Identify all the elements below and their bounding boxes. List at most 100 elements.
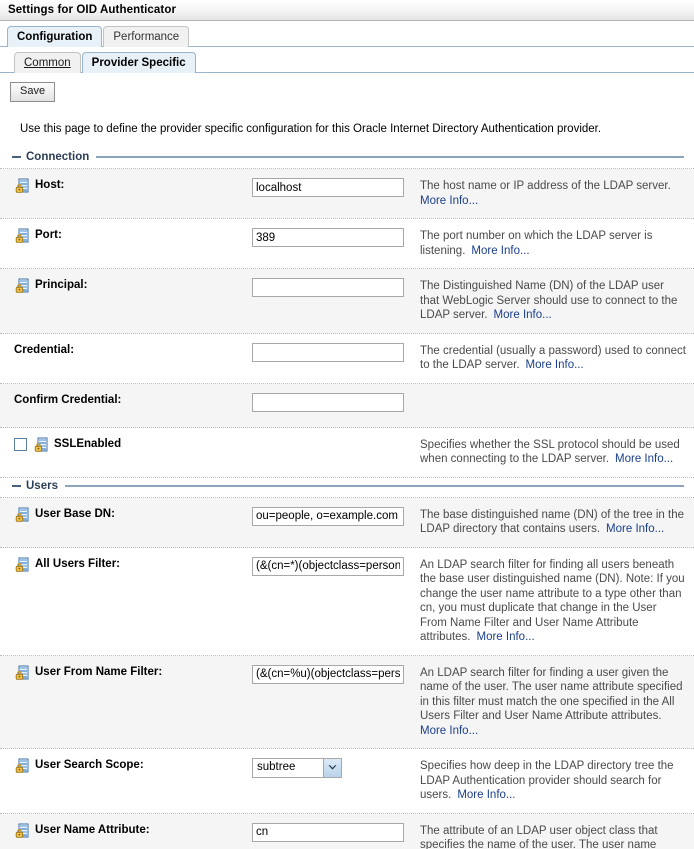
tab-label: Provider Specific [92,57,186,69]
secured-resource-lock-icon [14,665,30,681]
property-field-cell [252,498,412,547]
property-field-cell [252,428,412,477]
section-rule [96,156,684,158]
section-rule [65,485,684,487]
property-label: User Search Scope: [35,759,144,772]
secured-resource-lock-icon [14,178,30,194]
property-description-cell: The credential (usually a password) used… [412,334,694,383]
property-label: Credential: [14,344,74,357]
input-all-users-filter[interactable] [252,557,404,576]
tab-configuration[interactable]: Configuration [7,26,102,47]
property-label: User Base DN: [35,508,115,521]
section-dash-icon [12,485,21,487]
property-label-cell: Credential: [0,334,252,383]
property-description: The port number on which the LDAP server… [420,230,652,257]
more-info-link[interactable]: More Info... [457,789,515,801]
select-arrow-button[interactable] [323,759,341,777]
secured-resource-lock-icon [14,758,30,774]
property-label: SSLEnabled [54,438,121,451]
secured-resource-lock-icon [33,437,49,453]
input-principal[interactable] [252,278,404,297]
property-row: User Base DN: The base distinguished name… [0,498,694,548]
more-info-link[interactable]: More Info... [420,195,478,207]
input-confirm-credential[interactable] [252,393,404,412]
more-info-link[interactable]: More Info... [494,309,552,321]
property-label-cell: All Users Filter: [0,548,252,655]
property-field-cell: subtree [252,749,412,813]
input-user-base-dn[interactable] [252,507,404,526]
secured-resource-lock-icon [14,228,30,244]
secured-resource-lock-icon [14,507,30,523]
property-description-cell: The base distinguished name (DN) of the … [412,498,694,547]
property-description: An LDAP search filter for finding all us… [420,559,685,644]
input-user-name-attribute[interactable] [252,823,404,842]
chevron-down-icon [328,762,337,774]
property-description: An LDAP search filter for finding a user… [420,667,683,723]
tab-label: Common [24,57,71,69]
property-field-cell [252,548,412,655]
more-info-link[interactable]: More Info... [477,631,535,643]
property-label-cell: Confirm Credential: [0,384,252,427]
secured-resource-lock-icon [14,278,30,294]
more-info-link[interactable]: More Info... [526,359,584,371]
property-rows: User Base DN: The base distinguished name… [0,497,694,849]
property-row: User Name Attribute: The attribute of an … [0,814,694,849]
property-row: Confirm Credential: [0,384,694,428]
sslenabled-checkbox[interactable] [14,438,27,451]
property-row: All Users Filter: An LDAP search filter f… [0,548,694,656]
tab-common[interactable]: Common [14,52,81,73]
tab-performance[interactable]: Performance [103,26,189,47]
property-field-cell [252,384,412,427]
property-description-cell: The host name or IP address of the LDAP … [412,169,694,218]
property-row: User From Name Filter: An LDAP search fil… [0,656,694,750]
property-description-cell: Specifies how deep in the LDAP directory… [412,749,694,813]
secured-resource-lock-icon [14,823,30,839]
secured-resource-lock-icon [14,557,30,573]
input-user-from-name-filter[interactable] [252,665,404,684]
property-row: SSLEnabled Specifies whether the SSL prot… [0,428,694,478]
window-title-bar: Settings for OID Authenticator [0,0,694,21]
section-header-connection: Connection [0,149,694,165]
outer-tab-strip: Configuration Performance [0,21,694,47]
property-row: Port: The port number on which the LDAP s… [0,219,694,269]
more-info-link[interactable]: More Info... [471,245,529,257]
property-label: User From Name Filter: [35,666,162,679]
property-row: Credential: The credential (usually a pas… [0,334,694,384]
property-label: All Users Filter: [35,558,120,571]
property-field-cell [252,334,412,383]
property-label: User Name Attribute: [35,824,150,837]
user-search-scope-select[interactable]: subtree [252,758,342,778]
input-credential[interactable] [252,343,404,362]
property-label-cell: User Search Scope: [0,749,252,813]
property-field-cell [252,814,412,849]
property-description: The host name or IP address of the LDAP … [420,180,671,192]
property-description-cell: Specifies whether the SSL protocol shoul… [412,428,694,477]
property-field-cell [252,219,412,268]
more-info-link[interactable]: More Info... [615,453,673,465]
property-label-cell: User Base DN: [0,498,252,547]
property-description: The attribute of an LDAP user object cla… [420,825,675,849]
property-label: Host: [35,179,64,192]
property-field-cell [252,269,412,333]
input-host[interactable] [252,178,404,197]
property-row: User Search Scope: subtree Specifies how d… [0,749,694,814]
more-info-link[interactable]: More Info... [606,523,664,535]
property-label-cell: User Name Attribute: [0,814,252,849]
property-label: Port: [35,229,62,242]
tab-label: Performance [113,31,179,43]
save-button[interactable]: Save [10,82,55,102]
select-value: subtree [253,759,323,777]
input-port[interactable] [252,228,404,247]
property-row: Principal:The Distinguished Name (DN) of… [0,269,694,334]
property-label: Confirm Credential: [14,394,121,407]
property-field-cell [252,169,412,218]
tab-provider-specific[interactable]: Provider Specific [82,52,196,73]
tab-label: Configuration [17,31,92,43]
inner-tab-strip: Common Provider Specific [0,47,694,73]
section-title: Users [26,480,58,492]
page-title: Settings for OID Authenticator [8,4,176,16]
more-info-link[interactable]: More Info... [420,725,478,737]
settings-page: Settings for OID Authenticator Configura… [0,0,694,849]
property-label-cell: Principal: [0,269,252,333]
property-label-cell: Port: [0,219,252,268]
